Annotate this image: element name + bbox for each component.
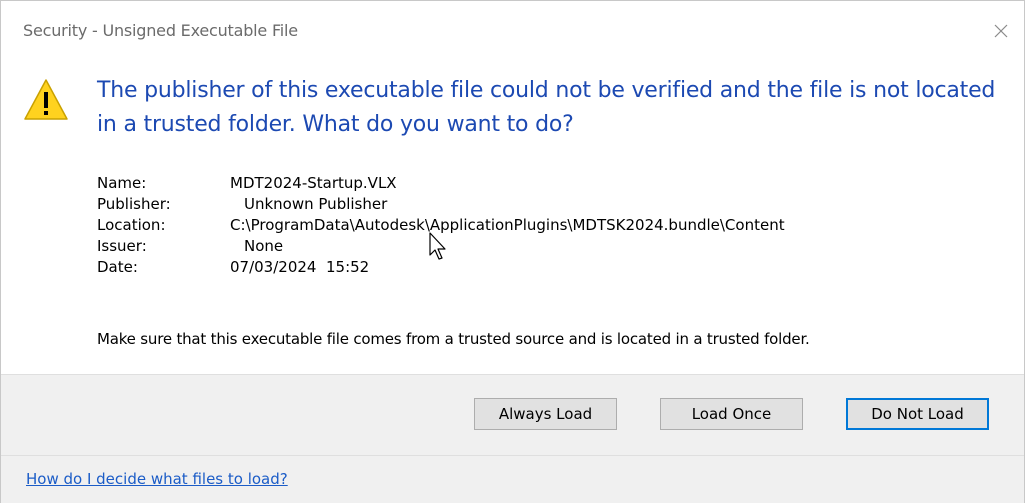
detail-value-publisher: Unknown Publisher	[244, 195, 388, 213]
detail-label: Name:	[97, 174, 147, 192]
always-load-button[interactable]: Always Load	[474, 398, 617, 430]
detail-value-date: 07/03/2024 15:52	[230, 258, 370, 276]
detail-label: Location:	[97, 216, 166, 234]
detail-value-name: MDT2024-Startup.VLX	[230, 174, 397, 192]
close-button[interactable]	[978, 1, 1024, 61]
title-bar: Security - Unsigned Executable File	[1, 1, 1024, 61]
do-not-load-button[interactable]: Do Not Load	[846, 398, 989, 430]
help-link[interactable]: How do I decide what files to load?	[26, 470, 288, 488]
detail-label: Issuer:	[97, 237, 147, 255]
security-dialog: Security - Unsigned Executable File The …	[0, 0, 1025, 503]
detail-value-location: C:\ProgramData\Autodesk\ApplicationPlugi…	[230, 216, 785, 234]
headline-message: The publisher of this executable file co…	[97, 78, 996, 137]
warning-icon	[24, 79, 68, 120]
footer: How do I decide what files to load?	[1, 455, 1024, 503]
button-bar: Always Load Load Once Do Not Load	[1, 374, 1024, 455]
detail-label: Publisher:	[97, 195, 171, 213]
detail-label: Date:	[97, 258, 138, 276]
mouse-cursor-icon	[429, 232, 446, 260]
window-title: Security - Unsigned Executable File	[23, 21, 298, 40]
trust-note: Make sure that this executable file come…	[97, 330, 810, 348]
load-once-button[interactable]: Load Once	[660, 398, 803, 430]
close-icon	[994, 24, 1008, 38]
detail-value-issuer: None	[244, 237, 284, 255]
